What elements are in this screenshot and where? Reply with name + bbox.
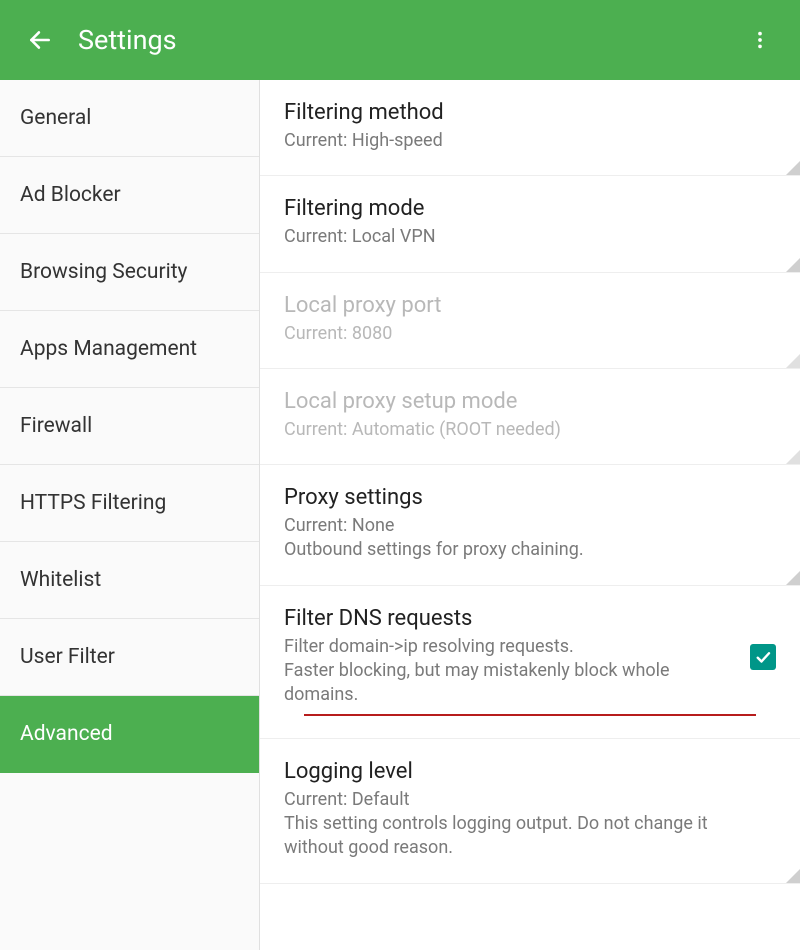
setting-filter-dns[interactable]: Filter DNS requests Filter domain->ip re… <box>260 586 800 739</box>
setting-subtitle: Filter domain->ip resolving requests. <box>284 635 738 659</box>
sidebar-item-label: Apps Management <box>20 337 197 361</box>
detail-pane: Filtering method Current: High-speed Fil… <box>260 80 800 950</box>
setting-title: Filtering mode <box>284 196 764 221</box>
setting-title: Filtering method <box>284 100 764 125</box>
resize-corner-icon <box>786 869 800 883</box>
setting-title: Proxy settings <box>284 485 764 510</box>
resize-corner-icon <box>786 354 800 368</box>
setting-title: Local proxy setup mode <box>284 389 764 414</box>
sidebar-item-apps-management[interactable]: Apps Management <box>0 311 259 388</box>
setting-subtitle: Current: None <box>284 514 764 538</box>
sidebar-item-label: General <box>20 106 91 130</box>
content: General Ad Blocker Browsing Security App… <box>0 80 800 950</box>
back-button[interactable] <box>16 16 64 64</box>
setting-subtitle: Current: Automatic (ROOT needed) <box>284 418 764 442</box>
setting-logging-level[interactable]: Logging level Current: Default This sett… <box>260 739 800 884</box>
highlight-underline <box>304 714 756 716</box>
filter-dns-checkbox[interactable] <box>750 644 776 670</box>
sidebar-item-general[interactable]: General <box>0 80 259 157</box>
setting-proxy-settings[interactable]: Proxy settings Current: None Outbound se… <box>260 465 800 586</box>
sidebar-item-ad-blocker[interactable]: Ad Blocker <box>0 157 259 234</box>
sidebar: General Ad Blocker Browsing Security App… <box>0 80 260 950</box>
arrow-back-icon <box>27 27 53 53</box>
resize-corner-icon <box>786 161 800 175</box>
setting-description: Outbound settings for proxy chaining. <box>284 538 764 562</box>
setting-subtitle: Current: High-speed <box>284 129 764 153</box>
sidebar-item-https-filtering[interactable]: HTTPS Filtering <box>0 465 259 542</box>
setting-subtitle: Current: 8080 <box>284 322 764 346</box>
sidebar-item-label: Advanced <box>20 722 113 746</box>
setting-local-proxy-setup: Local proxy setup mode Current: Automati… <box>260 369 800 465</box>
sidebar-item-label: Whitelist <box>20 568 101 592</box>
sidebar-item-label: Browsing Security <box>20 260 188 284</box>
sidebar-item-advanced[interactable]: Advanced <box>0 696 259 773</box>
sidebar-item-firewall[interactable]: Firewall <box>0 388 259 465</box>
resize-corner-icon <box>786 571 800 585</box>
sidebar-item-label: Ad Blocker <box>20 183 121 207</box>
setting-subtitle: Current: Default <box>284 788 764 812</box>
setting-title: Filter DNS requests <box>284 606 738 631</box>
setting-description: Faster blocking, but may mistakenly bloc… <box>284 659 738 708</box>
sidebar-item-user-filter[interactable]: User Filter <box>0 619 259 696</box>
setting-local-proxy-port: Local proxy port Current: 8080 <box>260 273 800 369</box>
sidebar-item-whitelist[interactable]: Whitelist <box>0 542 259 619</box>
more-vert-icon <box>749 29 771 51</box>
appbar-title: Settings <box>78 24 736 56</box>
resize-corner-icon <box>786 258 800 272</box>
sidebar-item-label: Firewall <box>20 414 92 438</box>
setting-title: Logging level <box>284 759 764 784</box>
sidebar-item-label: User Filter <box>20 645 115 669</box>
sidebar-item-label: HTTPS Filtering <box>20 491 166 515</box>
resize-corner-icon <box>786 450 800 464</box>
appbar: Settings <box>0 0 800 80</box>
more-button[interactable] <box>736 16 784 64</box>
setting-filtering-method[interactable]: Filtering method Current: High-speed <box>260 80 800 176</box>
setting-description: This setting controls logging output. Do… <box>284 812 764 861</box>
check-icon <box>754 648 772 666</box>
sidebar-item-browsing-security[interactable]: Browsing Security <box>0 234 259 311</box>
setting-title: Local proxy port <box>284 293 764 318</box>
setting-subtitle: Current: Local VPN <box>284 225 764 249</box>
setting-filtering-mode[interactable]: Filtering mode Current: Local VPN <box>260 176 800 272</box>
